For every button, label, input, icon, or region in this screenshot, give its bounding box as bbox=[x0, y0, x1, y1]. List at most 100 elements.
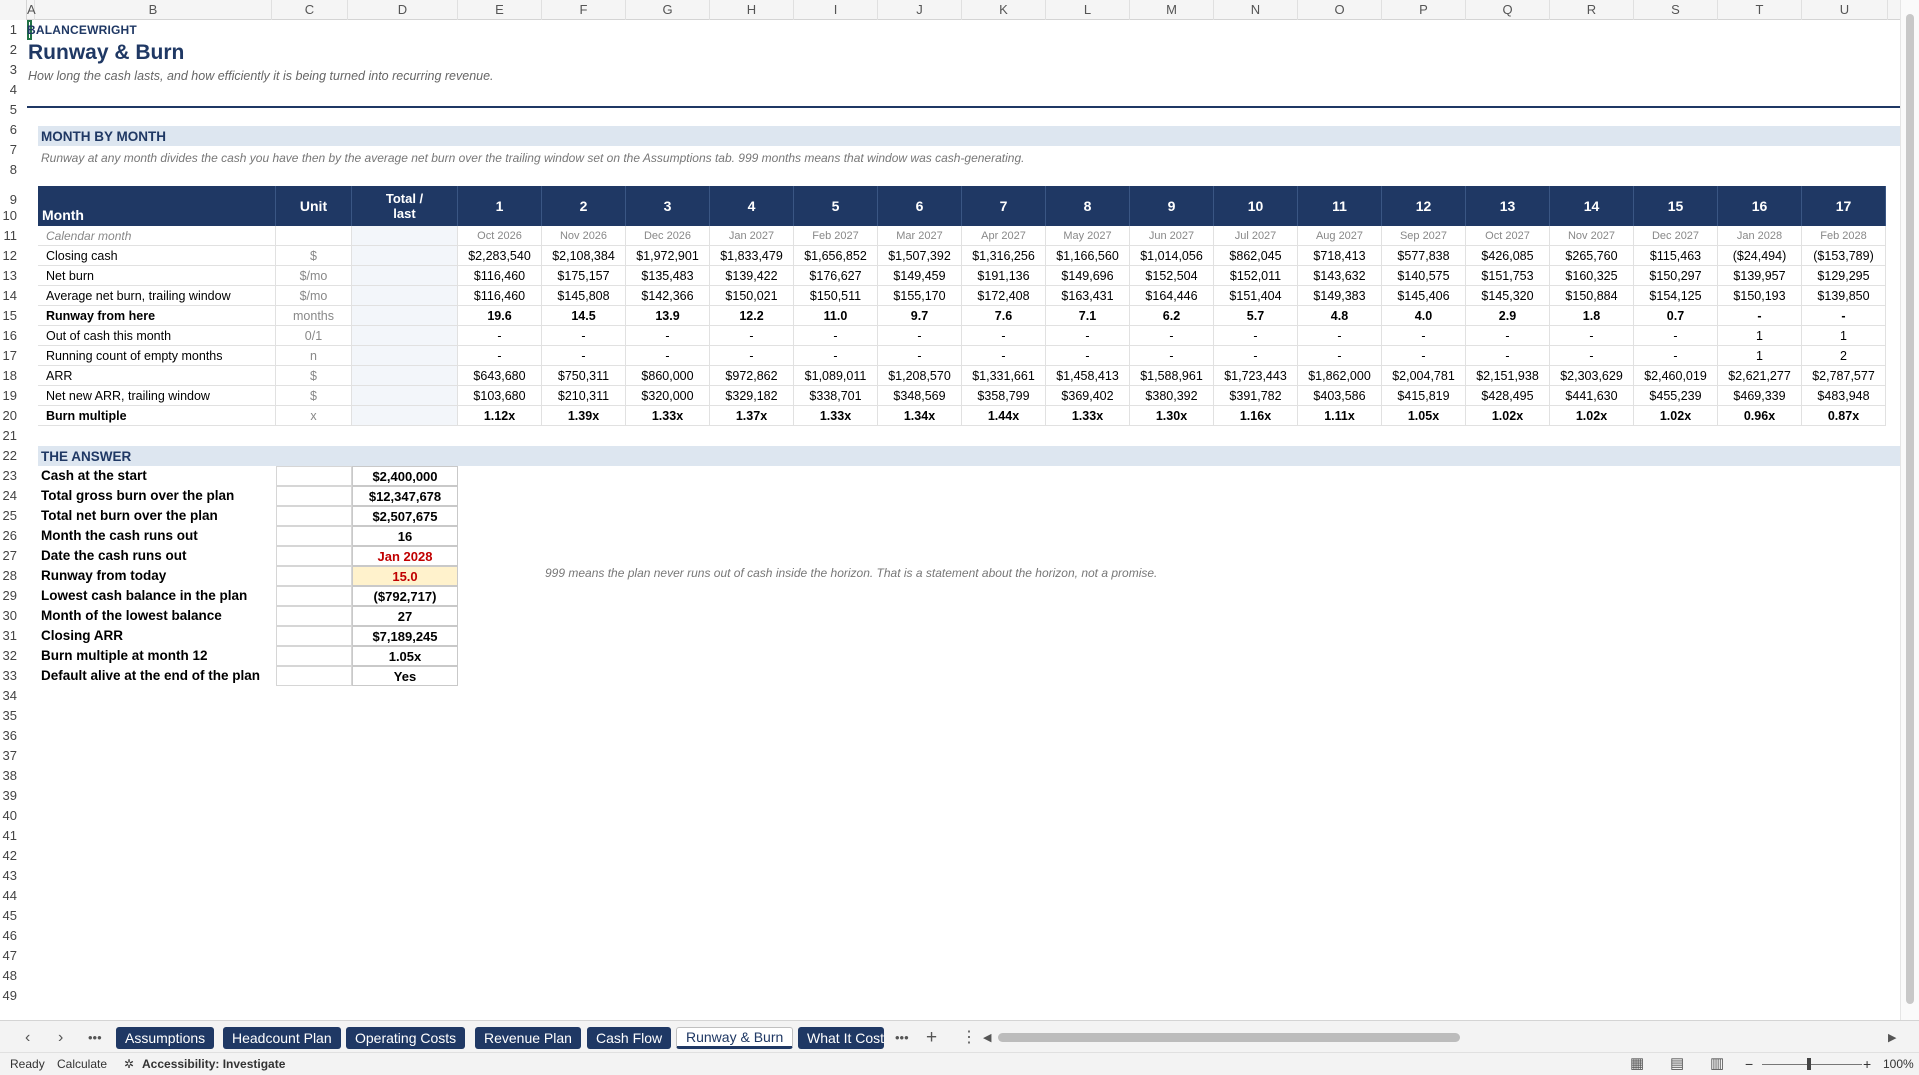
column-header-l[interactable]: L bbox=[1046, 0, 1130, 20]
more-tabs-icon[interactable]: ••• bbox=[895, 1027, 909, 1049]
column-header-d[interactable]: D bbox=[348, 0, 458, 20]
table-cell[interactable]: 1.39x bbox=[542, 406, 626, 426]
table-cell[interactable]: $1,208,570 bbox=[878, 366, 962, 386]
table-cell[interactable]: - bbox=[962, 326, 1046, 346]
table-cell[interactable]: - bbox=[878, 346, 962, 366]
table-cell[interactable]: 1.16x bbox=[1214, 406, 1298, 426]
table-cell[interactable]: $380,392 bbox=[1130, 386, 1214, 406]
table-cell[interactable]: - bbox=[1550, 346, 1634, 366]
table-cell[interactable]: - bbox=[1550, 326, 1634, 346]
row-header-20[interactable]: 20 bbox=[0, 406, 20, 426]
table-cell[interactable]: $1,014,056 bbox=[1130, 246, 1214, 266]
zoom-in-icon[interactable]: + bbox=[1863, 1053, 1871, 1075]
table-cell[interactable]: $143,632 bbox=[1298, 266, 1382, 286]
table-cell[interactable]: $1,331,661 bbox=[962, 366, 1046, 386]
answer-value[interactable]: Jan 2028 bbox=[352, 546, 458, 566]
table-cell[interactable]: $2,283,540 bbox=[458, 246, 542, 266]
row-header-45[interactable]: 45 bbox=[0, 906, 20, 926]
row-total[interactable] bbox=[352, 226, 458, 246]
answer-value[interactable]: 27 bbox=[352, 606, 458, 626]
row-header-4[interactable]: 4 bbox=[0, 80, 20, 100]
answer-value[interactable]: 16 bbox=[352, 526, 458, 546]
table-cell[interactable]: - bbox=[1634, 346, 1718, 366]
row-header-15[interactable]: 15 bbox=[0, 306, 20, 326]
answer-unit-cell[interactable] bbox=[276, 486, 352, 506]
table-cell[interactable]: $142,366 bbox=[626, 286, 710, 306]
more-sheets-icon[interactable]: ••• bbox=[88, 1027, 102, 1049]
zoom-slider-thumb[interactable] bbox=[1807, 1058, 1811, 1070]
table-cell[interactable]: $2,004,781 bbox=[1382, 366, 1466, 386]
table-cell[interactable]: $643,680 bbox=[458, 366, 542, 386]
table-cell[interactable]: $149,459 bbox=[878, 266, 962, 286]
answer-value[interactable]: 1.05x bbox=[352, 646, 458, 666]
row-header-23[interactable]: 23 bbox=[0, 466, 20, 486]
hscroll-left-icon[interactable]: ◀ bbox=[983, 1027, 991, 1049]
table-cell[interactable]: $155,170 bbox=[878, 286, 962, 306]
table-cell[interactable]: - bbox=[1466, 346, 1550, 366]
table-cell[interactable]: $1,972,901 bbox=[626, 246, 710, 266]
calendar-month-cell[interactable]: Feb 2027 bbox=[794, 226, 878, 246]
table-cell[interactable]: 4.0 bbox=[1382, 306, 1466, 326]
table-cell[interactable]: 1.44x bbox=[962, 406, 1046, 426]
table-cell[interactable]: $391,782 bbox=[1214, 386, 1298, 406]
table-cell[interactable]: 0.87x bbox=[1802, 406, 1886, 426]
table-cell[interactable]: 2 bbox=[1802, 346, 1886, 366]
table-cell[interactable]: $862,045 bbox=[1214, 246, 1298, 266]
table-cell[interactable]: - bbox=[1130, 326, 1214, 346]
table-cell[interactable]: 7.6 bbox=[962, 306, 1046, 326]
table-cell[interactable]: $129,295 bbox=[1802, 266, 1886, 286]
calendar-month-cell[interactable]: Nov 2027 bbox=[1550, 226, 1634, 246]
prev-sheet-icon[interactable]: ‹ bbox=[25, 1027, 30, 1049]
calendar-month-cell[interactable]: Apr 2027 bbox=[962, 226, 1046, 246]
table-cell[interactable]: $972,862 bbox=[710, 366, 794, 386]
table-cell[interactable]: $358,799 bbox=[962, 386, 1046, 406]
table-cell[interactable]: - bbox=[962, 346, 1046, 366]
table-cell[interactable]: 1 bbox=[1802, 326, 1886, 346]
answer-value[interactable]: $2,400,000 bbox=[352, 466, 458, 486]
table-cell[interactable]: $135,483 bbox=[626, 266, 710, 286]
row-header-2[interactable]: 2 bbox=[0, 40, 20, 60]
column-header-f[interactable]: F bbox=[542, 0, 626, 20]
row-label[interactable]: Average net burn, trailing window bbox=[38, 286, 276, 306]
calendar-month-cell[interactable]: Sep 2027 bbox=[1382, 226, 1466, 246]
table-cell[interactable]: $348,569 bbox=[878, 386, 962, 406]
table-cell[interactable]: 0.7 bbox=[1634, 306, 1718, 326]
table-cell[interactable]: $1,166,560 bbox=[1046, 246, 1130, 266]
table-cell[interactable]: - bbox=[1382, 346, 1466, 366]
table-cell[interactable]: 4.8 bbox=[1298, 306, 1382, 326]
vertical-scroll-thumb[interactable] bbox=[1906, 14, 1914, 1004]
table-cell[interactable]: 1.02x bbox=[1550, 406, 1634, 426]
calendar-month-cell[interactable]: Jan 2028 bbox=[1718, 226, 1802, 246]
table-cell[interactable]: $1,656,852 bbox=[794, 246, 878, 266]
table-cell[interactable]: $860,000 bbox=[626, 366, 710, 386]
calendar-month-cell[interactable]: Jun 2027 bbox=[1130, 226, 1214, 246]
table-cell[interactable]: $338,701 bbox=[794, 386, 878, 406]
row-header-48[interactable]: 48 bbox=[0, 966, 20, 986]
row-unit[interactable]: x bbox=[276, 406, 352, 426]
table-cell[interactable]: 1.33x bbox=[626, 406, 710, 426]
column-header-q[interactable]: Q bbox=[1466, 0, 1550, 20]
answer-unit-cell[interactable] bbox=[276, 646, 352, 666]
table-cell[interactable]: $175,157 bbox=[542, 266, 626, 286]
answer-unit-cell[interactable] bbox=[276, 466, 352, 486]
calendar-month-cell[interactable]: Oct 2026 bbox=[458, 226, 542, 246]
column-header-o[interactable]: O bbox=[1298, 0, 1382, 20]
answer-unit-cell[interactable] bbox=[276, 546, 352, 566]
table-cell[interactable]: - bbox=[458, 346, 542, 366]
row-label[interactable]: Burn multiple bbox=[38, 406, 276, 426]
table-cell[interactable]: - bbox=[1298, 326, 1382, 346]
row-header-47[interactable]: 47 bbox=[0, 946, 20, 966]
table-cell[interactable]: 2.9 bbox=[1466, 306, 1550, 326]
table-cell[interactable]: 11.0 bbox=[794, 306, 878, 326]
table-cell[interactable]: $428,495 bbox=[1466, 386, 1550, 406]
row-total[interactable] bbox=[352, 386, 458, 406]
table-cell[interactable]: $1,089,011 bbox=[794, 366, 878, 386]
table-cell[interactable]: - bbox=[1214, 326, 1298, 346]
table-cell[interactable]: 6.2 bbox=[1130, 306, 1214, 326]
table-cell[interactable]: - bbox=[710, 346, 794, 366]
row-header-34[interactable]: 34 bbox=[0, 686, 20, 706]
table-cell[interactable]: $139,850 bbox=[1802, 286, 1886, 306]
row-header-10[interactable]: 10 bbox=[0, 206, 20, 226]
row-header-27[interactable]: 27 bbox=[0, 546, 20, 566]
table-cell[interactable]: $210,311 bbox=[542, 386, 626, 406]
